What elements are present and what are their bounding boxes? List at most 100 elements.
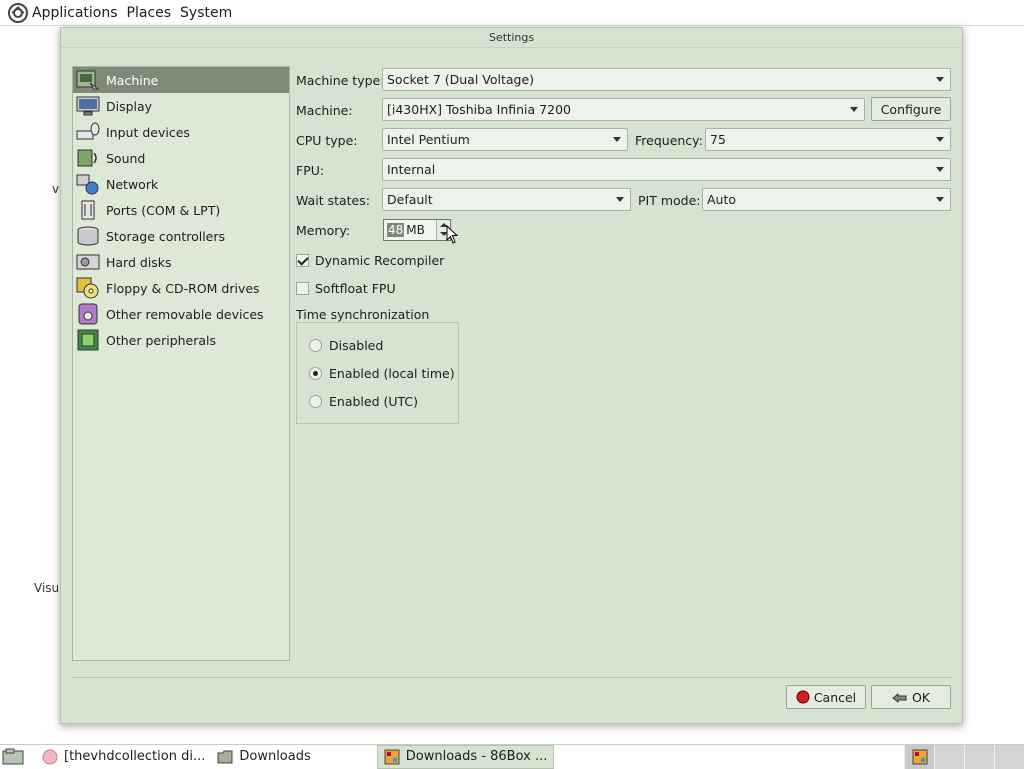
sidebar-item-ports[interactable]: Ports (COM & LPT)	[73, 197, 289, 223]
floppy-cdrom-icon	[76, 277, 99, 299]
softfloat-row[interactable]: Softfloat FPU	[296, 276, 396, 300]
cpu-type-dropdown[interactable]: Intel Pentium	[382, 128, 628, 151]
folder-icon	[217, 750, 233, 763]
machine-settings-panel: Machine type: Socket 7 (Dual Voltage) Ma…	[296, 66, 951, 666]
memory-spinbox[interactable]: 48 MB	[383, 219, 451, 241]
taskbar-item-browser[interactable]: [thevhdcollection di...	[36, 745, 211, 769]
cpu-type-value: Intel Pentium	[387, 132, 470, 147]
workspace-3[interactable]	[964, 744, 994, 769]
frequency-label: Frequency:	[635, 132, 703, 148]
show-desktop-icon[interactable]	[2, 748, 24, 766]
radio-label: Enabled (UTC)	[329, 393, 419, 409]
menu-applications[interactable]: Applications	[32, 5, 118, 21]
settings-sidebar: Machine Display Input devices Sound Netw…	[72, 66, 290, 661]
menu-system[interactable]: System	[180, 5, 232, 21]
frequency-dropdown[interactable]: 75	[705, 128, 951, 151]
mouse-cursor-icon	[446, 225, 459, 244]
workspace-4[interactable]	[994, 744, 1024, 769]
sidebar-item-label: Hard disks	[106, 254, 172, 270]
chevron-down-icon	[936, 77, 944, 82]
sidebar-item-input-devices[interactable]: Input devices	[73, 119, 289, 145]
sidebar-item-floppy-cdrom[interactable]: Floppy & CD-ROM drives	[73, 275, 289, 301]
window-title: Settings	[61, 28, 962, 48]
network-icon	[76, 174, 99, 195]
cancel-button[interactable]: Cancel	[786, 685, 866, 709]
wait-states-dropdown[interactable]: Default	[382, 188, 631, 211]
86box-icon	[384, 749, 400, 764]
chevron-down-icon	[936, 137, 944, 142]
ok-button[interactable]: OK	[871, 685, 951, 709]
sidebar-item-label: Input devices	[106, 124, 190, 140]
taskbar-item-86box[interactable]: Downloads - 86Box ...	[376, 744, 555, 769]
chevron-down-icon	[850, 107, 858, 112]
sidebar-item-label: Machine	[106, 72, 159, 88]
chevron-down-icon	[936, 197, 944, 202]
chevron-down-icon	[613, 137, 621, 142]
sidebar-item-label: Other removable devices	[106, 306, 264, 322]
chevron-down-icon	[936, 167, 944, 172]
ports-icon	[81, 200, 95, 220]
dynamic-recompiler-label: Dynamic Recompiler	[315, 252, 445, 268]
sidebar-item-hard-disks[interactable]: Hard disks	[73, 249, 289, 275]
menu-places[interactable]: Places	[127, 5, 172, 21]
dynamic-recompiler-checkbox[interactable]	[296, 253, 309, 267]
machine-label: Machine:	[296, 102, 353, 118]
pit-mode-dropdown[interactable]: Auto	[702, 188, 951, 211]
dynamic-recompiler-row[interactable]: Dynamic Recompiler	[296, 248, 444, 272]
chevron-down-icon	[616, 197, 624, 202]
workspace-2[interactable]	[934, 744, 964, 769]
radio-button[interactable]	[309, 394, 322, 408]
machine-type-dropdown[interactable]: Socket 7 (Dual Voltage)	[382, 68, 951, 91]
radio-button[interactable]	[309, 366, 322, 380]
taskbar-item-downloads[interactable]: Downloads	[211, 745, 316, 769]
cancel-icon	[796, 690, 810, 704]
sidebar-item-network[interactable]: Network	[73, 171, 289, 197]
taskbar-item-label: Downloads - 86Box ...	[405, 749, 548, 764]
sidebar-item-removable[interactable]: Other removable devices	[73, 301, 289, 327]
86box-icon	[912, 749, 927, 764]
workspace-1[interactable]	[904, 744, 934, 769]
fpu-dropdown[interactable]: Internal	[382, 158, 951, 181]
hard-disk-icon	[76, 254, 100, 270]
distro-logo-icon[interactable]	[8, 2, 28, 23]
softfloat-checkbox[interactable]	[296, 281, 309, 295]
machine-dropdown[interactable]: [i430HX] Toshiba Infinia 7200	[382, 98, 865, 121]
time-sync-option-disabled[interactable]: Disabled	[309, 335, 383, 355]
time-sync-label: Time synchronization	[296, 306, 430, 322]
configure-button[interactable]: Configure	[871, 97, 951, 121]
sidebar-item-label: Network	[106, 176, 159, 192]
time-sync-option-local[interactable]: Enabled (local time)	[309, 363, 455, 383]
input-devices-icon	[76, 122, 100, 140]
softfloat-label: Softfloat FPU	[315, 280, 396, 296]
storage-icon	[77, 226, 99, 246]
memory-label: Memory:	[296, 222, 351, 238]
wait-states-label: Wait states:	[296, 192, 370, 208]
sidebar-item-storage[interactable]: Storage controllers	[73, 223, 289, 249]
sidebar-item-peripherals[interactable]: Other peripherals	[73, 327, 289, 353]
cpu-type-label: CPU type:	[296, 132, 358, 148]
memory-value[interactable]: 48	[387, 223, 405, 237]
sidebar-item-label: Ports (COM & LPT)	[106, 202, 221, 218]
memory-unit: MB	[406, 223, 425, 237]
ok-icon	[892, 692, 907, 704]
wait-states-value: Default	[387, 192, 433, 207]
machine-type-label: Machine type:	[296, 72, 385, 88]
desktop-fragment: Visu	[34, 581, 60, 595]
sidebar-item-sound[interactable]: Sound	[73, 145, 289, 171]
fpu-value: Internal	[387, 162, 436, 177]
machine-value: [i430HX] Toshiba Infinia 7200	[387, 102, 571, 117]
ok-label: OK	[911, 689, 931, 705]
peripherals-icon	[77, 329, 99, 351]
sidebar-item-display[interactable]: Display	[73, 93, 289, 119]
sidebar-item-machine[interactable]: Machine	[73, 67, 289, 93]
footer-separator	[72, 677, 952, 678]
time-sync-option-utc[interactable]: Enabled (UTC)	[309, 391, 418, 411]
radio-button[interactable]	[309, 338, 322, 352]
taskbar-item-label: [thevhdcollection di...	[64, 749, 206, 764]
sidebar-item-label: Other peripherals	[106, 332, 217, 348]
sidebar-item-label: Sound	[106, 150, 146, 166]
pit-mode-label: PIT mode:	[638, 192, 701, 208]
radio-label: Disabled	[329, 337, 384, 353]
workspace-switcher[interactable]	[904, 744, 1024, 769]
top-panel: Applications Places System	[0, 0, 1024, 26]
